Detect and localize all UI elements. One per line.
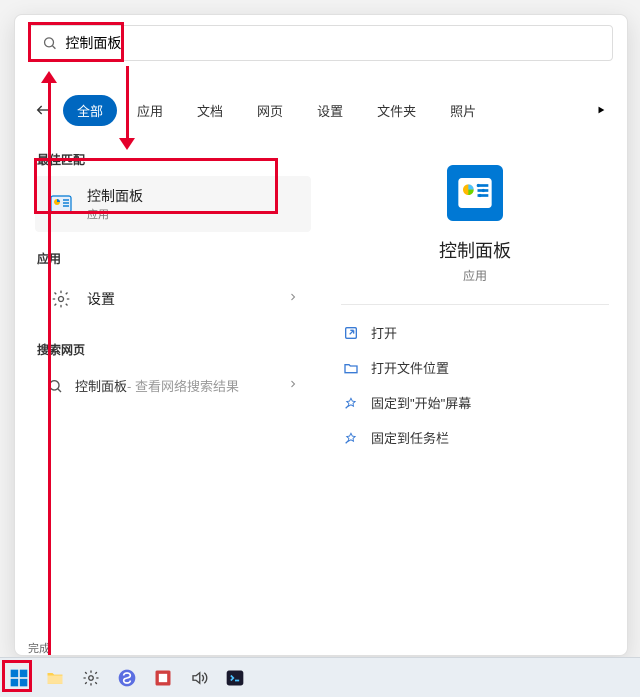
search-panel: 全部 应用 文档 网页 设置 文件夹 照片 最佳匹配 控制面板 应用 应用 [14,14,628,656]
app-icon [153,668,173,688]
sogou-button[interactable] [112,663,142,693]
section-apps: 应用 [37,250,311,267]
gear-icon [47,285,75,313]
result-title: 控制面板 [87,186,143,206]
sogou-icon [117,668,137,688]
result-control-panel[interactable]: 控制面板 应用 [35,176,311,232]
results-column: 最佳匹配 控制面板 应用 应用 设置 [15,135,323,655]
taskbar [0,657,640,697]
windows-icon [9,668,29,688]
action-label: 固定到"开始"屏幕 [371,393,471,412]
preview-card: 控制面板 应用 [341,153,609,315]
control-panel-large-icon [447,165,503,221]
preview-subtitle: 应用 [463,267,487,284]
action-open[interactable]: 打开 [341,315,609,350]
section-best-match: 最佳匹配 [37,151,311,168]
folder-icon [343,360,359,376]
tab-photos[interactable]: 照片 [436,95,490,126]
arrow-left-icon [35,102,51,118]
preview-title: 控制面板 [439,237,511,263]
tab-all[interactable]: 全部 [63,95,117,126]
volume-button[interactable] [184,663,214,693]
pin-icon [343,395,359,411]
action-pin-taskbar[interactable]: 固定到任务栏 [341,420,609,455]
tab-folders[interactable]: 文件夹 [363,95,430,126]
folder-icon [45,668,65,688]
terminal-icon [225,668,245,688]
tabs-more-button[interactable] [589,98,613,122]
open-icon [343,325,359,341]
result-web-search[interactable]: 控制面板 - 查看网络搜索结果 [35,366,311,405]
web-hint: - 查看网络搜索结果 [127,376,239,395]
web-query: 控制面板 [75,376,127,395]
section-search-web: 搜索网页 [37,341,311,358]
content-area: 最佳匹配 控制面板 应用 应用 设置 [15,135,627,655]
action-open-location[interactable]: 打开文件位置 [341,350,609,385]
divider [341,304,609,305]
filter-tabs: 全部 应用 文档 网页 设置 文件夹 照片 [29,93,613,127]
action-label: 打开文件位置 [371,358,449,377]
result-title: 设置 [87,289,115,309]
app-button[interactable] [148,663,178,693]
start-button[interactable] [4,663,34,693]
tab-settings[interactable]: 设置 [303,95,357,126]
gear-icon [82,669,100,687]
play-icon [596,105,606,115]
tab-apps[interactable]: 应用 [123,95,177,126]
action-label: 固定到任务栏 [371,428,449,447]
explorer-button[interactable] [40,663,70,693]
mobaxterm-button[interactable] [220,663,250,693]
preview-column: 控制面板 应用 打开 打开文件位置 固定到"开始"屏幕 固定到任务栏 [323,135,627,655]
result-subtitle: 应用 [87,206,143,222]
search-bar[interactable] [29,25,613,61]
chevron-right-icon [287,377,299,395]
search-icon [42,35,57,51]
speaker-icon [190,669,208,687]
action-label: 打开 [371,323,397,342]
pin-icon [343,430,359,446]
search-icon [47,378,63,394]
chevron-right-icon [287,290,299,308]
search-input[interactable] [65,35,600,51]
tab-web[interactable]: 网页 [243,95,297,126]
tab-docs[interactable]: 文档 [183,95,237,126]
result-settings[interactable]: 设置 [35,275,311,323]
back-button[interactable] [29,96,57,124]
status-text: 完成 [28,640,50,656]
action-pin-start[interactable]: 固定到"开始"屏幕 [341,385,609,420]
settings-taskbar-button[interactable] [76,663,106,693]
control-panel-icon [47,190,75,218]
